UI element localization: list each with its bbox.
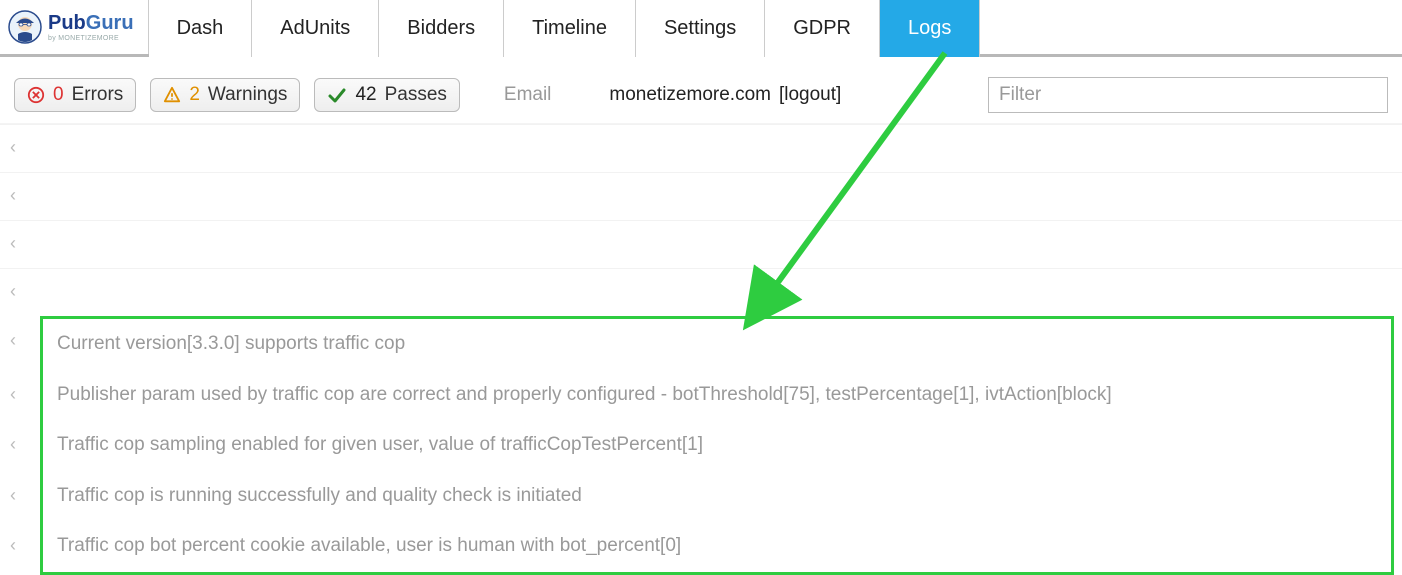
main-nav: DashAdUnitsBiddersTimelineSettingsGDPRLo… <box>149 0 981 54</box>
expand-caret-icon[interactable]: ‹ <box>10 185 40 206</box>
error-icon <box>27 86 45 104</box>
tab-adunits[interactable]: AdUnits <box>252 0 379 57</box>
expand-caret-icon[interactable]: ‹ <box>10 137 40 158</box>
brand-logo[interactable]: PubGuru by MONETIZEMORE <box>0 0 149 54</box>
errors-chip[interactable]: 0 Errors <box>14 78 136 112</box>
log-list: ‹‹‹‹‹Current version[3.3.0] supports tra… <box>0 124 1402 575</box>
log-text: Current version[3.3.0] supports traffic … <box>57 331 1377 358</box>
log-text: Traffic cop bot percent cookie available… <box>57 533 1377 560</box>
log-row: ‹ Traffic cop bot percent cookie availabl… <box>0 521 1402 575</box>
brand-byline: by MONETIZEMORE <box>48 35 134 42</box>
tab-dash[interactable]: Dash <box>149 0 253 57</box>
check-icon <box>327 85 347 105</box>
log-row: ‹ Publisher param used by traffic cop are… <box>0 370 1402 421</box>
log-row: ‹ Traffic cop is running successfully and… <box>0 471 1402 522</box>
filter-input[interactable] <box>988 77 1388 113</box>
log-row: ‹ <box>0 268 1402 316</box>
warnings-count: 2 <box>189 84 200 106</box>
expand-caret-icon[interactable]: ‹ <box>10 422 40 471</box>
expand-caret-icon[interactable]: ‹ <box>10 281 40 302</box>
toolbar: 0 Errors 2 Warnings 42 Passes Email mone… <box>0 57 1402 124</box>
tab-logs[interactable]: Logs <box>880 0 980 57</box>
log-row: ‹ <box>0 220 1402 268</box>
tab-gdpr[interactable]: GDPR <box>765 0 880 57</box>
user-block: Email monetizemore.com [logout] <box>504 84 841 106</box>
warnings-label: Warnings <box>208 84 288 106</box>
log-text: Traffic cop is running successfully and … <box>57 483 1377 510</box>
expand-caret-icon[interactable]: ‹ <box>10 233 40 254</box>
topbar: PubGuru by MONETIZEMORE DashAdUnitsBidde… <box>0 0 1402 57</box>
log-text: Publisher param used by traffic cop are … <box>57 382 1377 409</box>
warning-icon <box>163 86 181 104</box>
log-row: ‹ Current version[3.3.0] supports traffic… <box>0 316 1402 370</box>
expand-caret-icon[interactable]: ‹ <box>10 372 40 421</box>
passes-count: 42 <box>355 84 376 106</box>
errors-label: Errors <box>72 84 124 106</box>
expand-caret-icon[interactable]: ‹ <box>10 473 40 522</box>
tab-bidders[interactable]: Bidders <box>379 0 504 57</box>
brand-name: PubGuru <box>48 13 134 33</box>
expand-caret-icon[interactable]: ‹ <box>10 318 40 370</box>
log-row: ‹ Traffic cop sampling enabled for given … <box>0 420 1402 471</box>
log-text: Traffic cop sampling enabled for given u… <box>57 432 1377 459</box>
passes-chip[interactable]: 42 Passes <box>314 78 459 112</box>
errors-count: 0 <box>53 84 64 106</box>
log-row: ‹ <box>0 172 1402 220</box>
log-row: ‹ <box>0 124 1402 172</box>
email-label: Email <box>504 84 552 106</box>
passes-label: Passes <box>385 84 447 106</box>
warnings-chip[interactable]: 2 Warnings <box>150 78 300 112</box>
tab-settings[interactable]: Settings <box>636 0 765 57</box>
expand-caret-icon[interactable]: ‹ <box>10 523 40 575</box>
user-domain: monetizemore.com <box>609 84 771 106</box>
tab-timeline[interactable]: Timeline <box>504 0 636 57</box>
logout-link[interactable]: [logout] <box>779 84 841 106</box>
mascot-icon <box>8 10 42 44</box>
